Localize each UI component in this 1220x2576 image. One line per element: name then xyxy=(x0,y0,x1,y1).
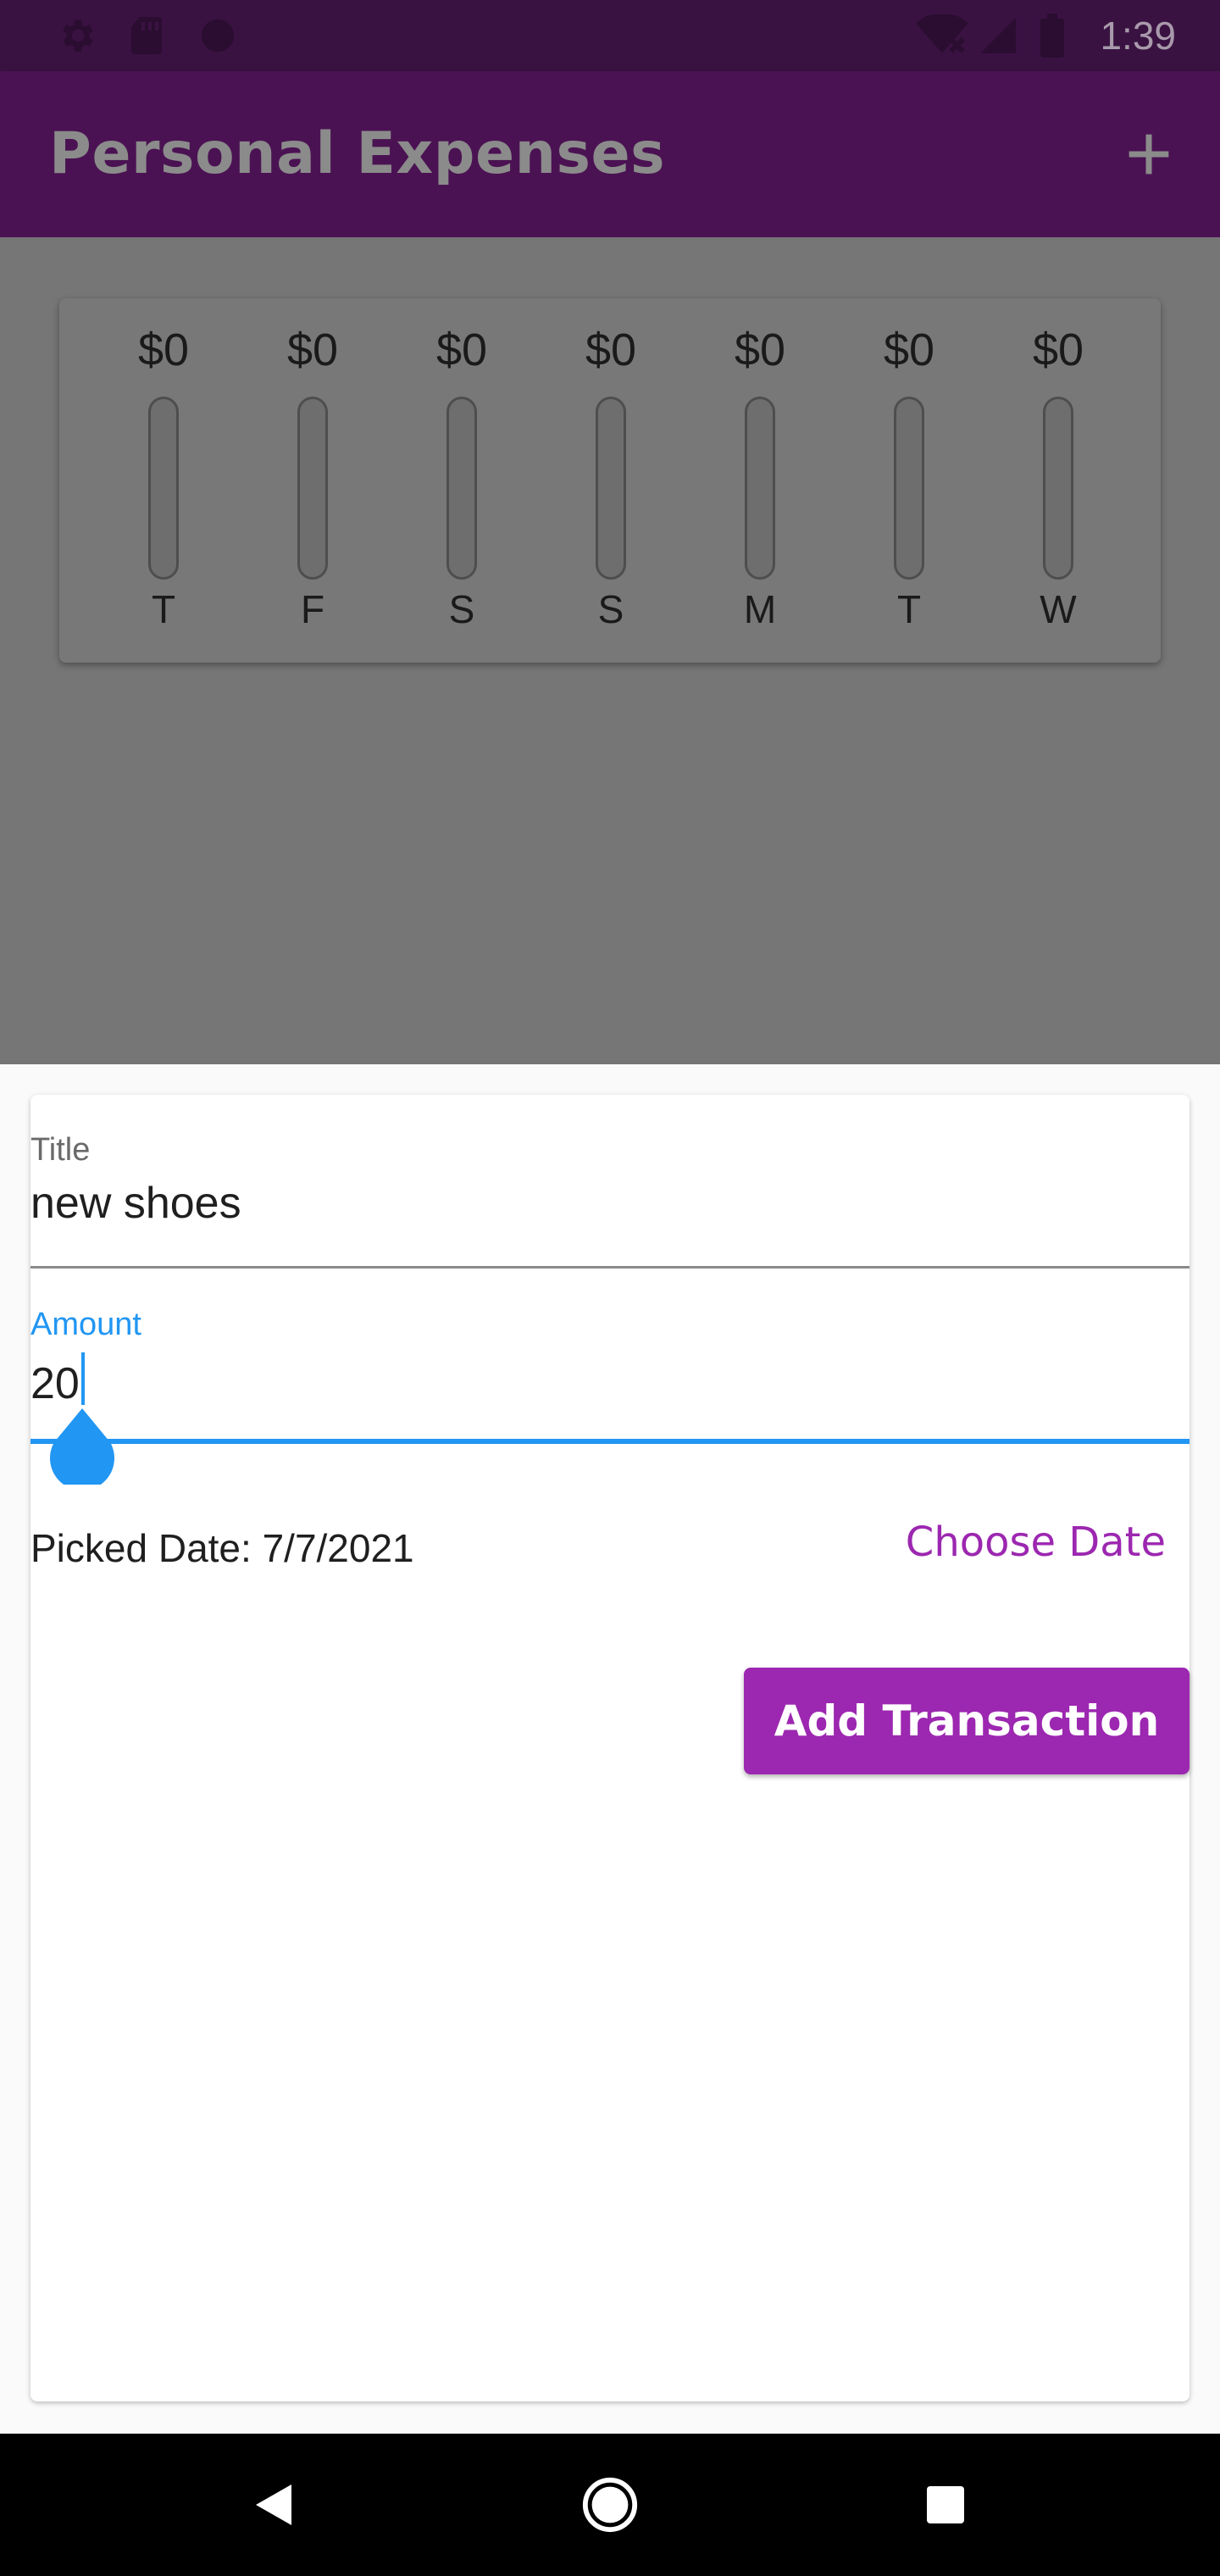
system-nav-bar xyxy=(0,2434,1220,2576)
bar-track xyxy=(446,397,477,580)
app-bar: Personal Expenses xyxy=(0,71,1220,237)
title-field[interactable]: Title new shoes xyxy=(30,1095,1190,1269)
bar-day-label: M xyxy=(743,587,777,631)
bar-amount: $0 xyxy=(1032,325,1084,375)
amount-field-text: 20 xyxy=(30,1359,80,1408)
home-button[interactable] xyxy=(568,2462,652,2547)
wifi-off-icon xyxy=(915,0,969,71)
recents-button[interactable] xyxy=(903,2462,988,2547)
bar-track xyxy=(894,397,924,580)
chart-bar: $0 M xyxy=(705,298,815,663)
text-cursor-handle[interactable] xyxy=(49,1408,115,1491)
add-transaction-button[interactable] xyxy=(1108,114,1190,195)
bar-amount: $0 xyxy=(883,325,935,375)
bar-day-label: W xyxy=(1040,587,1077,631)
clock: 1:39 xyxy=(1100,14,1176,58)
new-transaction-sheet: Title new shoes Amount 20 Picked Date: 7… xyxy=(30,1095,1190,2401)
battery-icon xyxy=(1035,0,1069,71)
bar-day-label: T xyxy=(151,587,176,631)
plus-icon xyxy=(1128,134,1169,175)
weekly-chart: $0 T $0 F $0 S $0 S $0 M $0 T $0 W xyxy=(59,298,1161,663)
bar-track xyxy=(745,397,775,580)
bar-day-label: T xyxy=(896,587,922,631)
recents-icon xyxy=(927,2486,964,2523)
bar-day-label: S xyxy=(597,587,624,631)
bar-amount: $0 xyxy=(435,325,488,375)
picked-date: Picked Date: 7/7/2021 xyxy=(30,1526,414,1570)
amount-field-underline xyxy=(30,1439,1190,1444)
chart-bar: $0 S xyxy=(407,298,517,663)
bar-amount: $0 xyxy=(137,325,190,375)
chart-bar: $0 T xyxy=(108,298,219,663)
bar-day-label: S xyxy=(448,587,475,631)
chart-bar: $0 F xyxy=(258,298,368,663)
app-title: Personal Expenses xyxy=(49,120,666,187)
bar-track xyxy=(297,397,328,580)
modal-scrim[interactable]: $0 T $0 F $0 S $0 S $0 M $0 T $0 W xyxy=(0,237,1220,1064)
amount-field-value[interactable]: 20 xyxy=(30,1352,85,1409)
bar-amount: $0 xyxy=(734,325,786,375)
amount-field-label: Amount xyxy=(30,1307,141,1342)
bar-amount: $0 xyxy=(286,325,339,375)
add-transaction-submit-button[interactable]: Add Transaction xyxy=(744,1668,1190,1774)
text-cursor xyxy=(80,1352,85,1405)
title-field-underline xyxy=(30,1266,1190,1269)
chart-bar: $0 T xyxy=(854,298,964,663)
status-bar: 1:39 xyxy=(0,0,1220,71)
back-button[interactable] xyxy=(230,2462,315,2547)
back-icon xyxy=(256,2484,291,2525)
signal-icon xyxy=(974,0,1022,71)
bar-track xyxy=(596,397,626,580)
amount-field[interactable]: Amount 20 xyxy=(30,1269,1190,1456)
chart-bar: $0 S xyxy=(556,298,666,663)
title-field-value[interactable]: new shoes xyxy=(30,1178,241,1229)
choose-date-button[interactable]: Choose Date xyxy=(906,1518,1166,1566)
settings-icon xyxy=(51,0,102,71)
title-field-label: Title xyxy=(30,1132,91,1168)
bar-amount: $0 xyxy=(585,325,637,375)
chart-bar: $0 W xyxy=(1003,298,1113,663)
bar-track xyxy=(148,397,179,580)
bar-day-label: F xyxy=(300,587,325,631)
circle-icon xyxy=(197,0,239,71)
bar-track xyxy=(1043,397,1073,580)
home-icon xyxy=(582,2477,638,2533)
sd-card-icon xyxy=(125,0,168,71)
